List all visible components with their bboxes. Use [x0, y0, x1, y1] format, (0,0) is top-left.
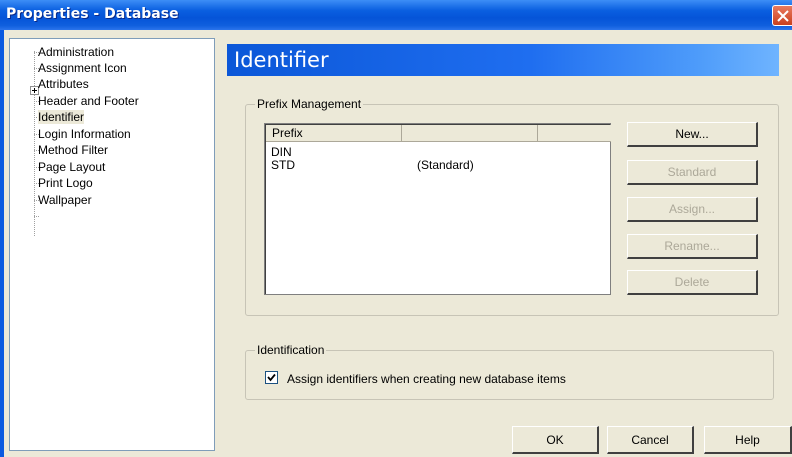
tree-item-assignment-icon[interactable]: Assignment Icon	[38, 61, 127, 76]
prefix-management-label: Prefix Management	[255, 97, 364, 111]
tree-item-method-filter[interactable]: Method Filter	[38, 143, 108, 158]
checkmark-icon	[267, 373, 276, 382]
standard-button[interactable]: Standard	[627, 160, 758, 185]
tree-item-login-information[interactable]: Login Information	[38, 127, 131, 142]
help-button[interactable]: Help	[704, 426, 792, 454]
tree-item-attributes[interactable]: Attributes	[38, 77, 89, 92]
new-button[interactable]: New...	[627, 122, 758, 147]
category-tree[interactable]: Administration Assignment Icon Attribute…	[9, 38, 215, 451]
tree-connector	[34, 51, 35, 236]
cancel-button[interactable]: Cancel	[607, 426, 694, 454]
tree-item-header-and-footer[interactable]: Header and Footer	[38, 94, 139, 109]
standard-button-label: Standard	[667, 165, 717, 179]
column-header-3[interactable]	[538, 125, 611, 142]
new-button-label: New...	[675, 127, 709, 141]
ok-button-label: OK	[546, 433, 564, 447]
tree-item-identifier[interactable]: Identifier	[38, 110, 85, 125]
rename-button-label: Rename...	[664, 239, 720, 253]
tree-item-label: Header and Footer	[38, 94, 139, 108]
tree-item-label: Administration	[38, 45, 115, 59]
tree-item-label: Identifier	[38, 110, 85, 124]
tree-item-label: Print Logo	[38, 176, 93, 190]
list-item[interactable]: STD (Standard)	[271, 158, 474, 172]
tree-item-label: Assignment Icon	[38, 61, 127, 75]
prefix-cell: DIN	[271, 145, 292, 159]
cancel-button-label: Cancel	[631, 433, 669, 447]
window-title: Properties - Database	[6, 6, 179, 22]
help-button-label: Help	[735, 433, 760, 447]
tree-item-label: Login Information	[38, 127, 131, 141]
panel-header: Identifier	[227, 44, 779, 76]
tree-item-administration[interactable]: Administration	[38, 45, 114, 60]
panel-title: Identifier	[234, 48, 329, 72]
prefix-cell: STD	[271, 158, 295, 172]
window-frame-left	[0, 30, 4, 457]
close-button[interactable]	[772, 5, 792, 26]
column-header-prefix[interactable]: Prefix	[266, 125, 402, 142]
tree-connector	[34, 216, 39, 217]
list-header: Prefix	[266, 125, 611, 142]
assign-button-label: Assign...	[668, 202, 716, 216]
delete-button[interactable]: Delete	[627, 270, 758, 295]
tree-item-page-layout[interactable]: Page Layout	[38, 160, 105, 175]
tree-item-print-logo[interactable]: Print Logo	[38, 176, 93, 191]
assign-identifiers-checkbox[interactable]	[265, 371, 278, 384]
title-bar: Properties - Database	[0, 0, 792, 30]
rename-button[interactable]: Rename...	[627, 234, 758, 259]
assign-identifiers-label[interactable]: Assign identifiers when creating new dat…	[287, 372, 566, 386]
tree-item-label: Page Layout	[38, 160, 106, 174]
tree-item-label: Method Filter	[38, 143, 109, 157]
assign-button[interactable]: Assign...	[627, 197, 758, 222]
tree-item-wallpaper[interactable]: Wallpaper	[38, 193, 92, 208]
prefix-list[interactable]: Prefix DIN STD (Standard)	[264, 123, 611, 295]
column-header-2[interactable]	[402, 125, 538, 142]
ok-button[interactable]: OK	[512, 426, 599, 454]
delete-button-label: Delete	[674, 275, 710, 289]
close-icon	[777, 10, 789, 22]
note-cell: (Standard)	[417, 158, 474, 172]
tree-item-label: Wallpaper	[38, 193, 92, 207]
identification-label: Identification	[255, 343, 327, 357]
tree-item-label: Attributes	[38, 77, 89, 91]
